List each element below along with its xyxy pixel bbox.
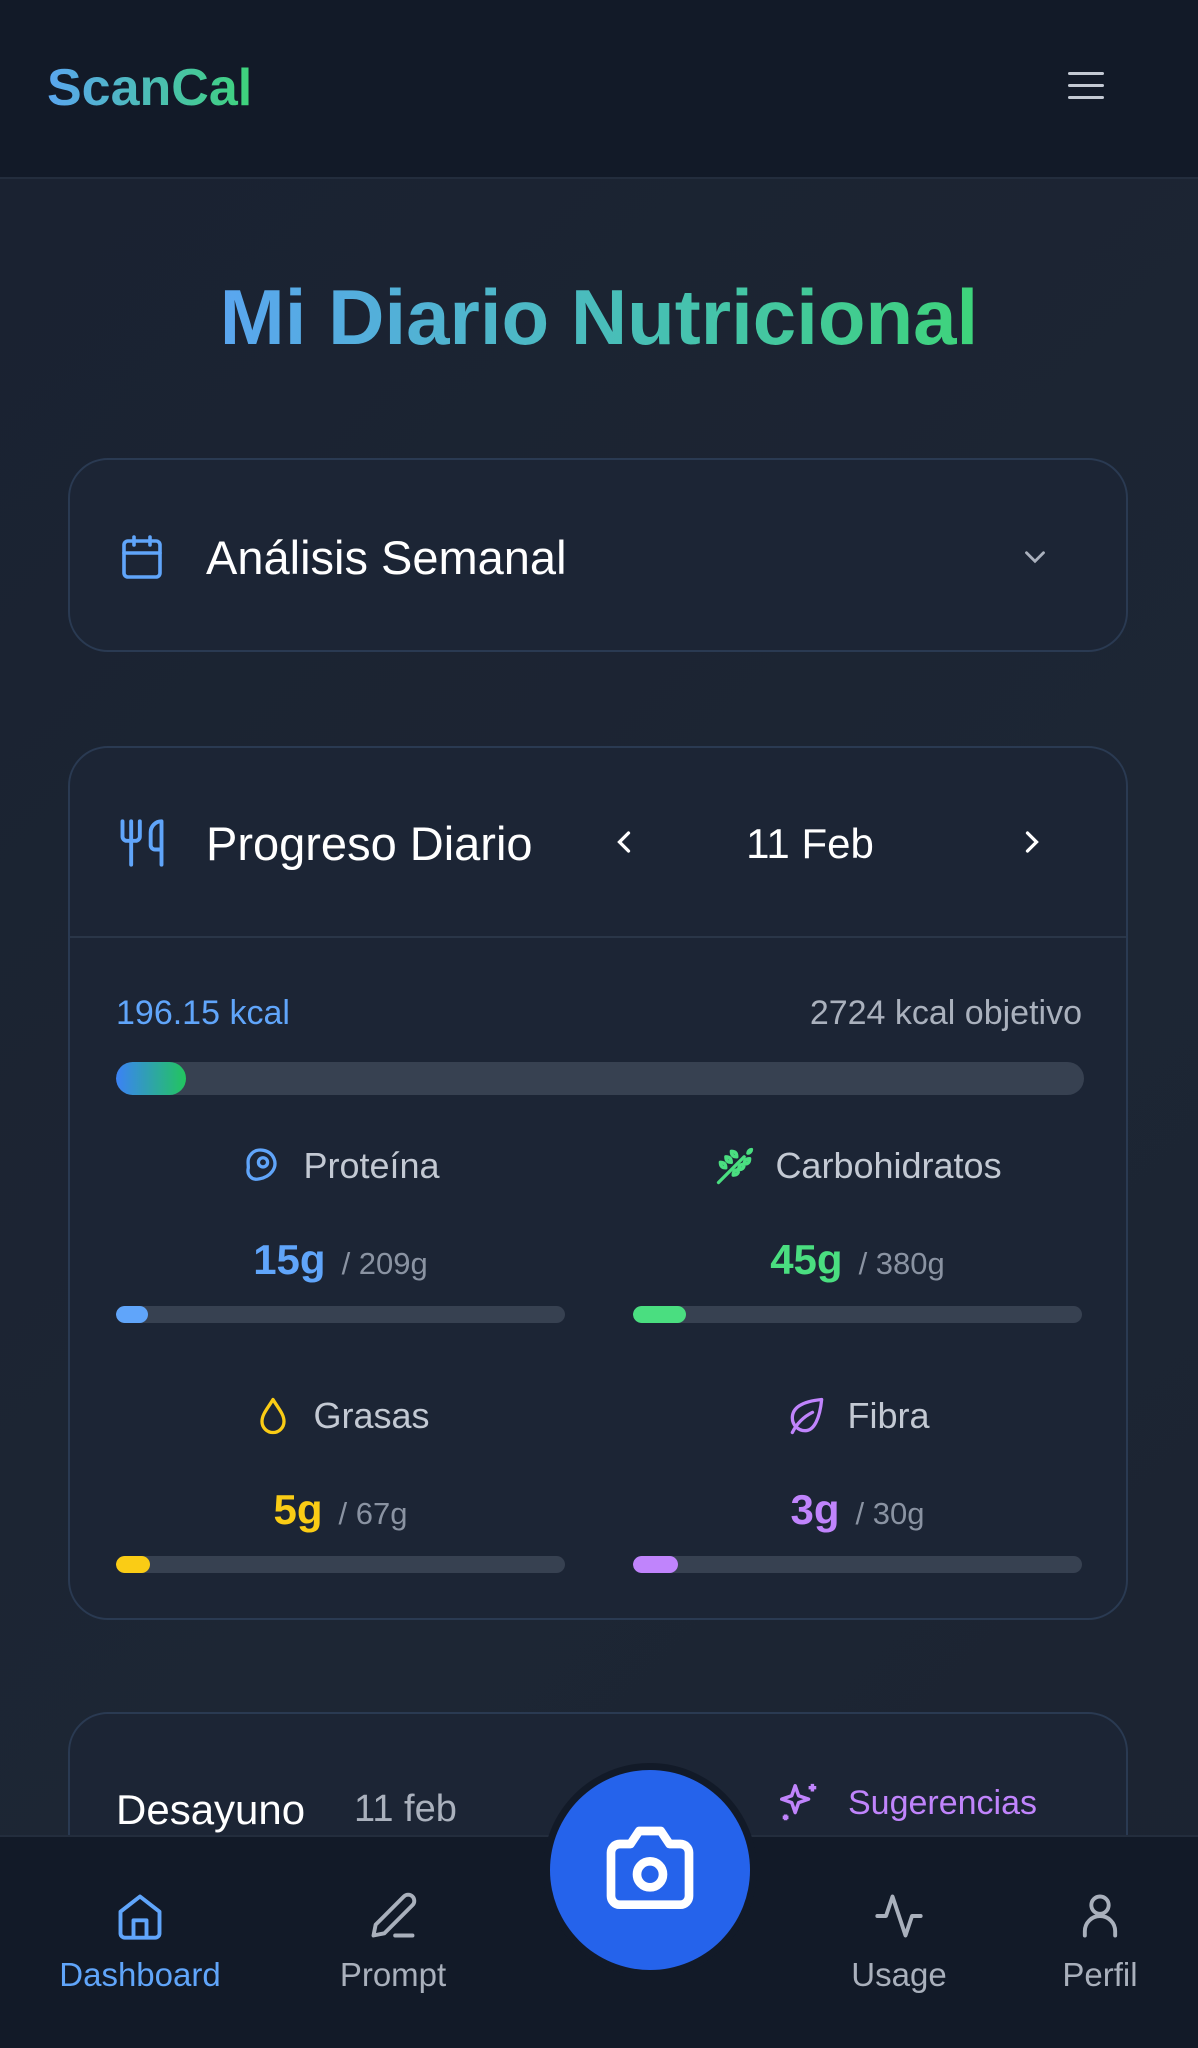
pencil-icon: [371, 1892, 417, 1938]
macro-progress-bar: [116, 1306, 565, 1323]
macro-value-0: 15g / 209g: [141, 1236, 541, 1284]
macro-progress-fill: [633, 1306, 686, 1323]
macro-name: Grasas: [313, 1395, 430, 1436]
macro-progress-bar: [633, 1556, 1082, 1573]
weekly-analysis-label: Análisis Semanal: [206, 531, 567, 584]
divider: [70, 936, 1126, 938]
macro-amount: 5g: [273, 1486, 323, 1533]
sparkles-icon: [780, 1783, 817, 1821]
macro-progress-fill: [633, 1556, 678, 1573]
calories-consumed: 196.15 kcal: [116, 994, 290, 1032]
macro-progress-fill: [116, 1556, 150, 1573]
calendar-icon: [122, 535, 162, 579]
nav-label: Usage: [851, 1956, 947, 1993]
next-day-button[interactable]: [1014, 824, 1050, 860]
nav-usage[interactable]: Usage: [799, 1890, 999, 1994]
utensils-icon: [120, 819, 164, 867]
macro-goal: / 30g: [855, 1496, 925, 1531]
nav-prompt[interactable]: Prompt: [293, 1890, 493, 1994]
nav-profile[interactable]: Perfil: [1000, 1890, 1198, 1994]
macro-label-1: Carbohidratos: [658, 1144, 1058, 1188]
nav-dashboard[interactable]: Dashboard: [40, 1890, 240, 1994]
macro-progress-bar: [116, 1556, 565, 1573]
camera-scan-button[interactable]: [550, 1770, 750, 1970]
meal-date: 11 feb: [354, 1788, 457, 1830]
macro-label-0: Proteína: [141, 1144, 541, 1188]
suggestions-button[interactable]: Sugerencias: [776, 1780, 1037, 1826]
page-title: Mi Diario Nutricional: [219, 273, 979, 361]
wheat-icon: [717, 1147, 754, 1185]
macro-value-1: 45g / 380g: [658, 1236, 1058, 1284]
macro-amount: 45g: [770, 1236, 843, 1283]
macro-amount: 15g: [253, 1236, 326, 1283]
calories-progress-bar: [116, 1062, 1084, 1095]
nav-label: Prompt: [339, 1956, 447, 1993]
macro-label-2: Grasas: [141, 1394, 541, 1438]
header: ScanCal: [0, 0, 1198, 179]
macro-name: Fibra: [847, 1395, 930, 1436]
app-logo[interactable]: ScanCal: [47, 58, 252, 118]
droplet-icon: [260, 1397, 287, 1435]
macro-value-2: 5g / 67g: [141, 1486, 541, 1534]
current-date: 11 Feb: [746, 820, 874, 867]
suggestions-label: Sugerencias: [848, 1783, 1038, 1822]
macro-goal: / 209g: [341, 1246, 428, 1281]
nav-label: Dashboard: [59, 1956, 221, 1993]
camera-icon: [606, 1826, 694, 1909]
macro-goal: / 380g: [858, 1246, 945, 1281]
leaf-icon: [791, 1397, 824, 1435]
meal-name: Desayuno: [116, 1786, 306, 1833]
macro-amount: 3g: [790, 1486, 840, 1533]
daily-progress-label: Progreso Diario: [206, 817, 533, 870]
macro-name: Carbohidratos: [775, 1145, 1002, 1186]
chevron-down-icon: [1025, 551, 1045, 564]
steak-icon: [246, 1148, 277, 1181]
user-icon: [1082, 1894, 1118, 1938]
macro-label-3: Fibra: [658, 1394, 1058, 1438]
macro-name: Proteína: [303, 1145, 440, 1186]
daily-progress-card: Progreso Diario 11 Feb 196.15 kcal 2724 …: [68, 746, 1128, 1620]
macro-goal: / 67g: [338, 1496, 408, 1531]
hamburger-menu-icon[interactable]: [1068, 72, 1104, 102]
activity-icon: [875, 1894, 923, 1938]
macro-progress-bar: [633, 1306, 1082, 1323]
calories-goal: 2724 kcal objetivo: [809, 994, 1082, 1032]
macro-value-3: 3g / 30g: [658, 1486, 1058, 1534]
weekly-analysis-accordion[interactable]: Análisis Semanal: [68, 458, 1128, 652]
previous-day-button[interactable]: [606, 824, 642, 860]
home-icon: [118, 1894, 162, 1940]
nav-label: Perfil: [1062, 1956, 1138, 1993]
macro-progress-fill: [116, 1306, 149, 1323]
